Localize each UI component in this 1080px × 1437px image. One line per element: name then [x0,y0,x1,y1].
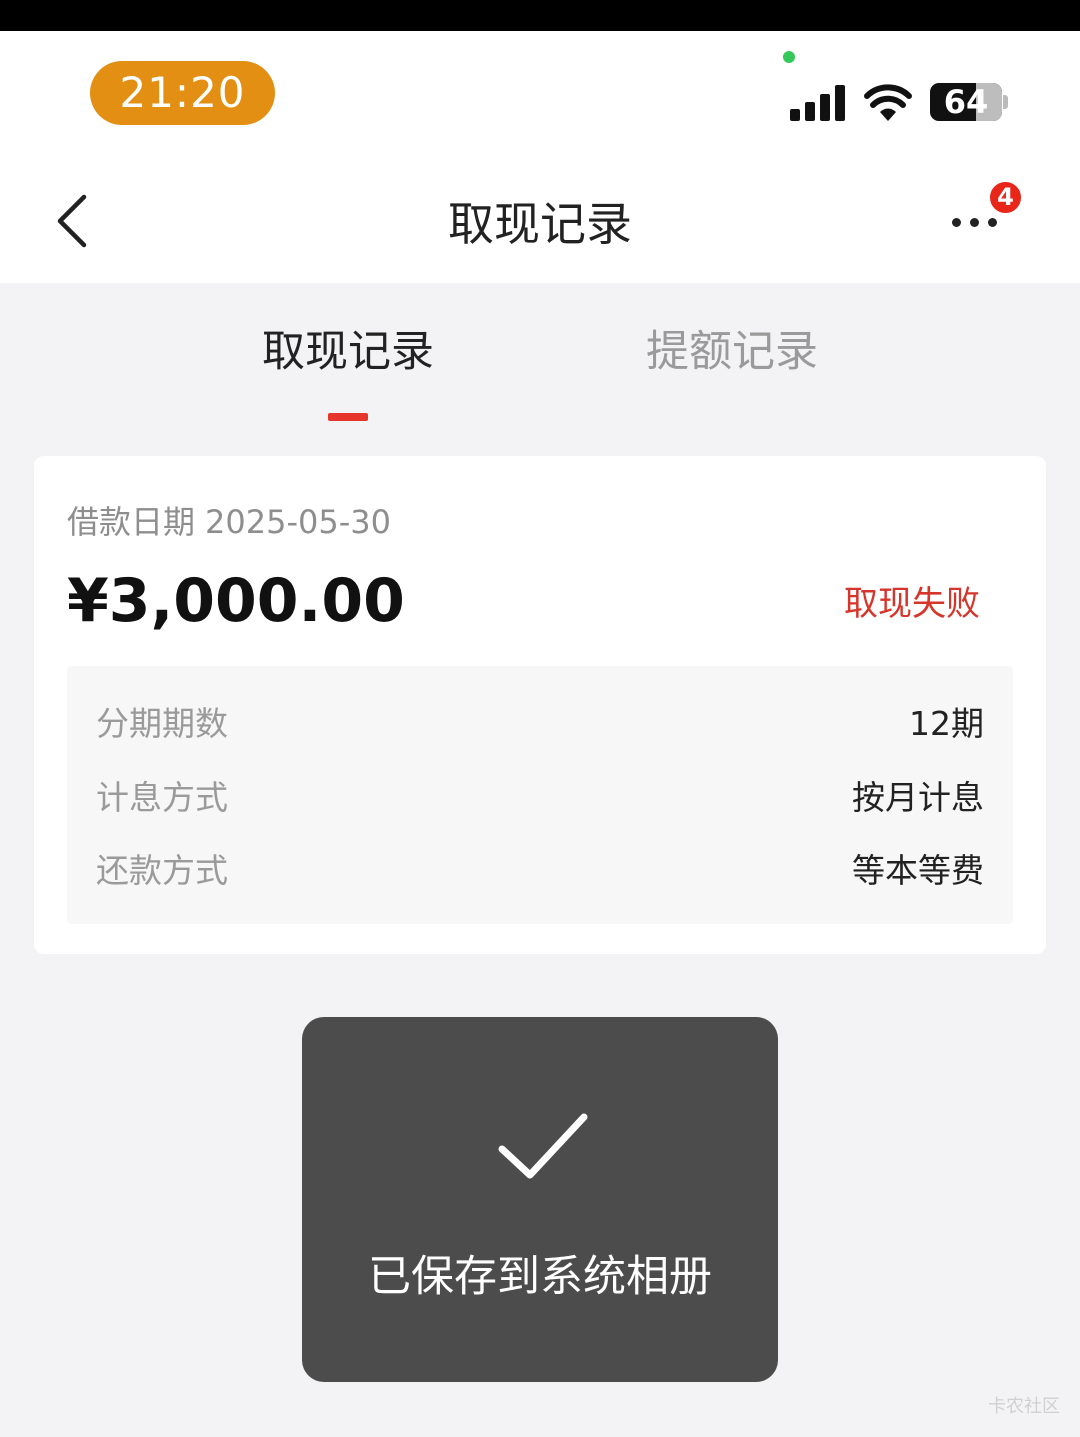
detail-row-installments: 分期期数 12期 [67,699,1013,749]
status-time: 21:20 [90,61,275,125]
withdrawal-records-screen: 21:20 64 取现记录 4 取现记录 提额记录 借款日期 2025-05-3… [0,0,1080,1437]
status-bar: 21:20 64 [0,31,1080,161]
battery-cap [1003,95,1008,109]
cellular-signal-icon [790,85,846,121]
detail-label: 还款方式 [96,851,228,890]
battery-percentage: 64 [943,83,989,121]
detail-row-interest-method: 计息方式 按月计息 [67,773,1013,823]
privacy-indicator-dot [783,51,795,63]
tab-withdrawal-records[interactable]: 取现记录 [200,320,496,384]
navigation-bar: 取现记录 4 [0,161,1080,283]
detail-value: 12期 [909,704,984,743]
active-tab-indicator [328,413,368,421]
more-dot-icon [952,218,961,227]
detail-value: 按月计息 [852,778,984,817]
watermark: 卡农社区 [988,1396,1060,1417]
top-black-strip [0,0,1080,31]
toast-message: 已保存到系统相册 [368,1252,712,1302]
loan-date-value: 2025-05-30 [205,503,391,541]
battery-icon: 64 [930,83,1002,121]
withdrawal-record-card[interactable]: 借款日期 2025-05-30 ¥3,000.00 取现失败 分期期数 12期 计… [34,456,1046,954]
loan-details: 分期期数 12期 计息方式 按月计息 还款方式 等本等费 [67,666,1013,924]
wifi-icon [864,84,912,121]
record-tabs: 取现记录 提额记录 [0,300,1080,430]
detail-value: 等本等费 [852,851,984,890]
detail-label: 计息方式 [96,778,228,817]
tab-limit-increase-records[interactable]: 提额记录 [584,320,880,384]
save-success-toast: 已保存到系统相册 [302,1017,778,1382]
loan-date-label: 借款日期 [67,503,196,541]
back-arrow-icon[interactable] [40,183,110,259]
loan-date: 借款日期 2025-05-30 [67,500,391,544]
more-dot-icon [970,218,979,227]
checkmark-icon [498,1113,588,1179]
detail-label: 分期期数 [96,704,228,743]
notification-badge: 4 [988,180,1023,215]
page-title: 取现记录 [448,197,632,251]
detail-row-repayment-method: 还款方式 等本等费 [67,846,1013,896]
more-dot-icon [988,218,997,227]
withdrawal-status: 取现失败 [844,584,980,624]
withdrawal-amount: ¥3,000.00 [67,566,405,636]
